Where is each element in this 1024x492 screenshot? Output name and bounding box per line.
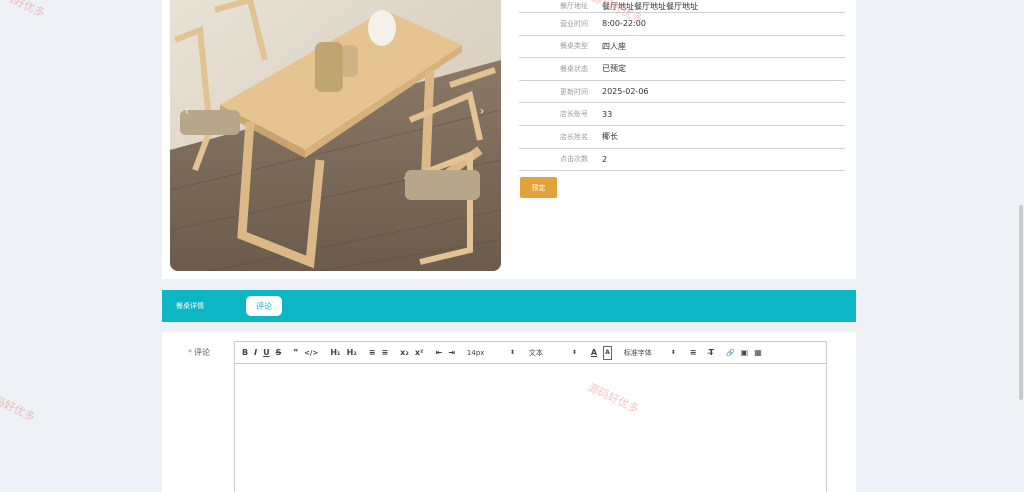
- info-key: 餐厅地址: [560, 2, 588, 10]
- carousel-next-icon[interactable]: ›: [475, 104, 489, 118]
- font-size-value: 14px: [466, 348, 485, 357]
- editor-toolbar: B I U S ❞ </> H₁ H₂ ≡ ≡ x₂ x² ⇤ ⇥ 14px ⬍ …: [235, 342, 826, 364]
- tab-comment[interactable]: 评论: [246, 296, 282, 316]
- tab-table-detail[interactable]: 餐桌详情: [176, 301, 204, 311]
- ordered-list-icon[interactable]: ≡: [369, 346, 376, 360]
- superscript-icon[interactable]: x²: [415, 346, 424, 360]
- info-row: 餐桌状态 已预定: [519, 58, 845, 81]
- strikethrough-icon[interactable]: S: [276, 346, 282, 360]
- info-row: 营业时间 8:00-22:00: [519, 13, 845, 36]
- rich-text-editor: B I U S ❞ </> H₁ H₂ ≡ ≡ x₂ x² ⇤ ⇥ 14px ⬍ …: [234, 341, 827, 492]
- font-size-select[interactable]: 14px ⬍: [467, 346, 515, 360]
- comment-editor-area[interactable]: [235, 364, 826, 492]
- chevron-down-icon: ⬍: [670, 349, 676, 356]
- info-row: 店长姓名 椰长: [519, 126, 845, 149]
- text-type-select[interactable]: 文本 ⬍: [529, 346, 577, 360]
- info-value: 33: [602, 109, 613, 119]
- comment-label: * 评论: [188, 347, 210, 358]
- info-value: 8:00-22:00: [602, 19, 646, 29]
- chevron-down-icon: ⬍: [509, 349, 515, 356]
- heading2-icon[interactable]: H₂: [347, 346, 357, 360]
- carousel-prev-icon[interactable]: ‹: [180, 104, 194, 118]
- heading1-icon[interactable]: H₁: [330, 346, 340, 360]
- info-value: 四人座: [602, 41, 626, 51]
- info-key: 餐桌类型: [560, 42, 588, 51]
- text-type-value: 文本: [528, 348, 543, 357]
- detail-tabs: 餐桌详情 评论: [162, 290, 856, 322]
- info-key: 营业时间: [560, 19, 588, 28]
- italic-icon[interactable]: I: [254, 346, 257, 360]
- info-row: 店长账号 33: [519, 103, 845, 126]
- info-key: 餐桌状态: [560, 64, 588, 73]
- info-key: 更新时间: [560, 87, 588, 96]
- clear-format-icon[interactable]: T̶: [708, 346, 713, 360]
- background-color-icon[interactable]: A: [603, 345, 612, 360]
- info-key: 店长姓名: [560, 132, 588, 141]
- bullet-list-icon[interactable]: ≡: [381, 346, 388, 360]
- image-icon[interactable]: ▣: [741, 346, 749, 360]
- info-value: 餐厅地址餐厅地址餐厅地址: [602, 1, 698, 11]
- info-row: 点击次数 2: [519, 149, 845, 172]
- blockquote-icon[interactable]: ❞: [293, 346, 298, 360]
- code-block-icon[interactable]: </>: [304, 346, 318, 360]
- table-info-list: 餐厅地址 餐厅地址餐厅地址餐厅地址 营业时间 8:00-22:00 餐桌类型 四人座 餐桌状…: [519, 0, 845, 172]
- required-mark: *: [188, 348, 192, 357]
- table-detail-card: ‹ › 餐厅地址 餐厅地址餐厅地址餐厅地址 营业时间 8:00-22:00 餐桌类型 四人…: [162, 0, 856, 279]
- underline-icon[interactable]: U: [263, 346, 270, 360]
- info-key: 店长账号: [560, 110, 588, 119]
- outdent-icon[interactable]: ⇤: [436, 346, 443, 360]
- video-icon[interactable]: ▦: [754, 346, 762, 360]
- info-row: 更新时间 2025-02-06: [519, 81, 845, 104]
- font-family-select[interactable]: 标准字体 ⬍: [624, 346, 676, 360]
- bold-icon[interactable]: B: [242, 346, 248, 360]
- info-value: 椰长: [602, 132, 618, 142]
- info-value: 2: [602, 154, 608, 164]
- info-value: 已预定: [602, 64, 626, 74]
- info-key: 点击次数: [560, 155, 588, 164]
- watermark: 源码好优多: [0, 388, 37, 424]
- indent-icon[interactable]: ⇥: [448, 346, 455, 360]
- align-icon[interactable]: ≡: [690, 346, 697, 360]
- info-value: 2025-02-06: [602, 87, 649, 97]
- font-color-icon[interactable]: A: [591, 346, 597, 360]
- info-row: 餐桌类型 四人座: [519, 36, 845, 59]
- subscript-icon[interactable]: x₂: [400, 346, 409, 360]
- watermark: 源码好优多: [0, 0, 47, 20]
- font-family-value: 标准字体: [623, 348, 652, 357]
- comment-form: * 评论 B I U S ❞ </> H₁ H₂ ≡ ≡ x₂ x² ⇤ ⇥ 14…: [162, 332, 856, 492]
- page-scrollbar-thumb[interactable]: [1019, 205, 1023, 400]
- info-row: 餐厅地址 餐厅地址餐厅地址餐厅地址: [519, 0, 845, 13]
- chevron-down-icon: ⬍: [571, 349, 577, 356]
- book-button[interactable]: 预定: [520, 177, 557, 198]
- link-icon[interactable]: 🔗: [726, 346, 735, 360]
- table-photo: ‹ ›: [170, 0, 501, 271]
- comment-label-text: 评论: [194, 348, 210, 357]
